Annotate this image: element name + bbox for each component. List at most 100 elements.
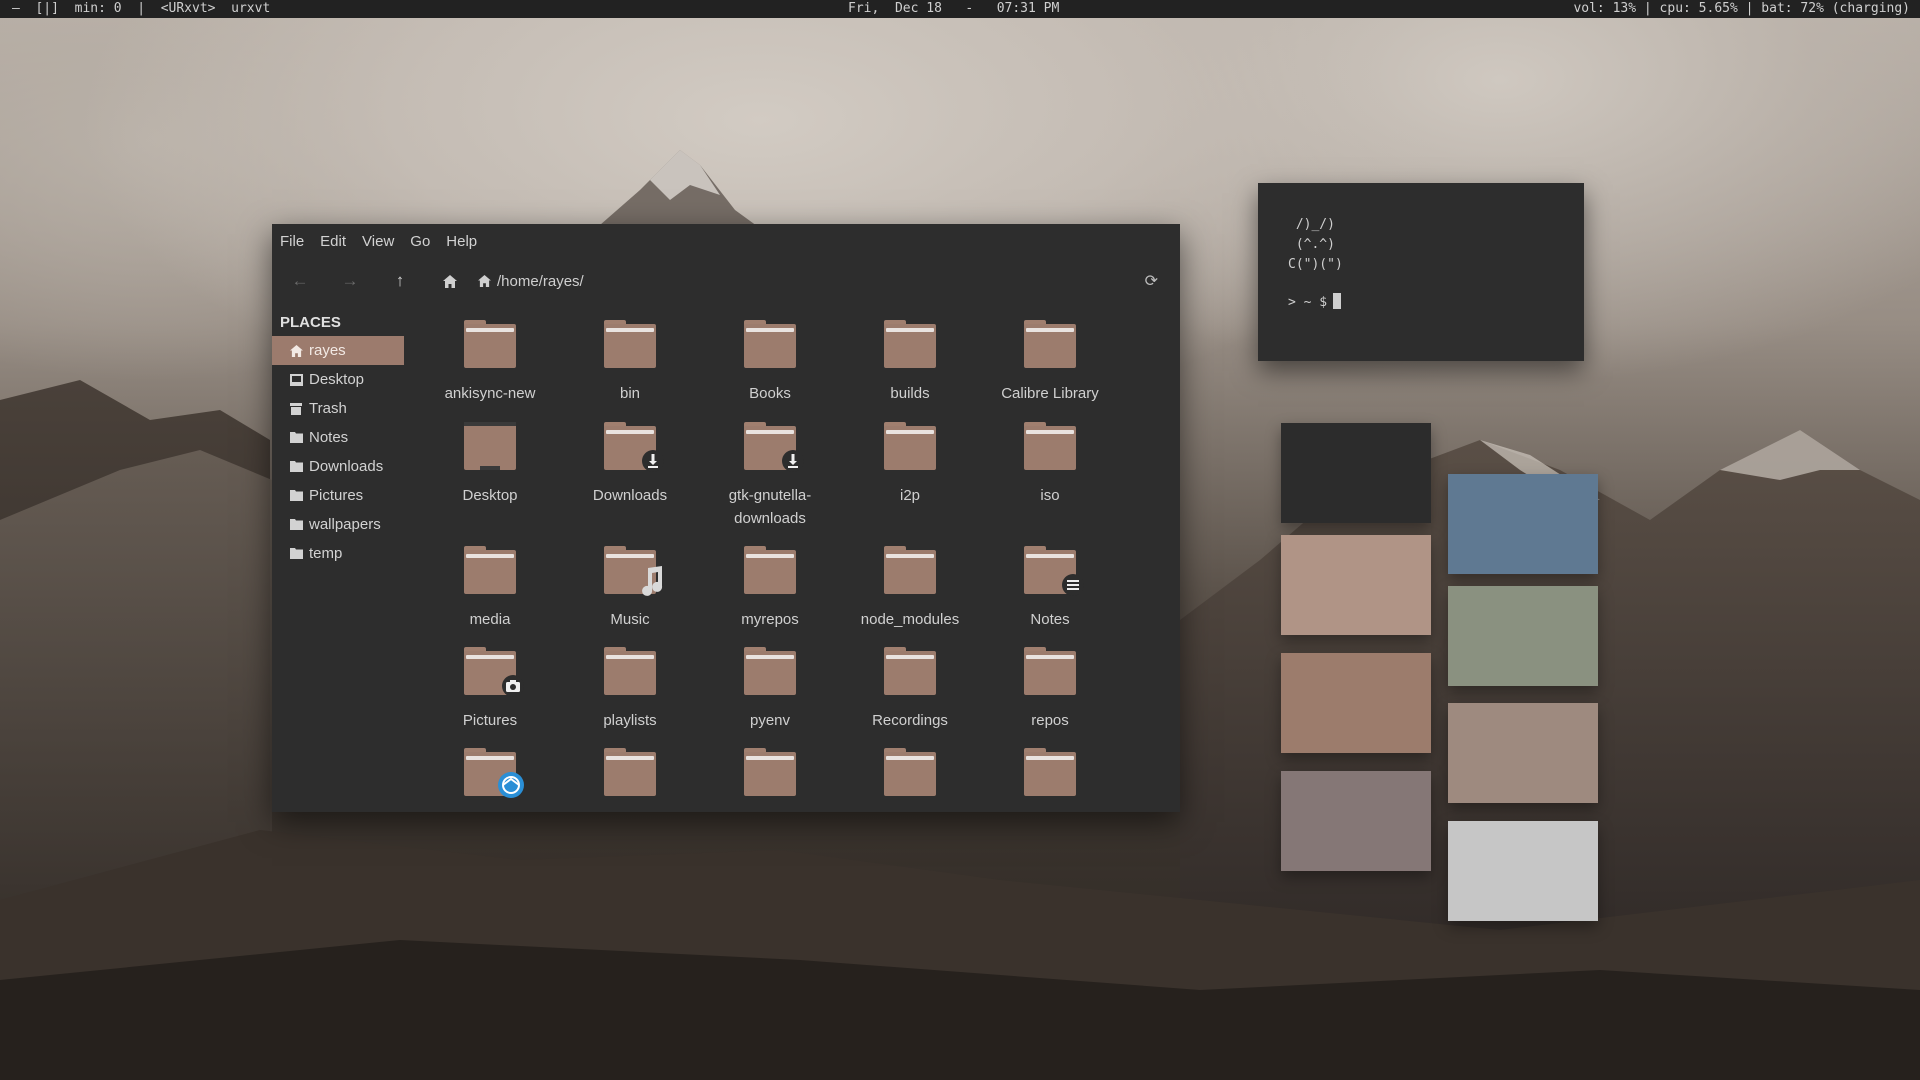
folder-icon: [464, 320, 516, 368]
forward-button[interactable]: →: [336, 268, 364, 294]
folder-icon: [604, 748, 656, 796]
download-icon: [642, 450, 664, 476]
folder-icon: [464, 647, 524, 697]
file-manager-window: File Edit View Go Help ← → ↑ /home/rayes…: [272, 224, 1180, 812]
folder-item[interactable]: [700, 748, 840, 812]
folder-icon: [604, 422, 664, 472]
folder-label: Recordings: [872, 712, 948, 729]
sidebar-item-label: Downloads: [309, 458, 384, 475]
menu-go[interactable]: Go: [410, 233, 430, 250]
sidebar-item-pictures[interactable]: Pictures: [272, 481, 404, 510]
folder-icon: [289, 461, 303, 473]
folder-label: ankisync-new: [444, 385, 536, 402]
clock: Fri, Dec 18 - 07:31 PM: [848, 1, 1060, 16]
folder-item[interactable]: Pictures: [420, 647, 560, 743]
folder-item[interactable]: bin: [560, 320, 700, 416]
color-swatch: [1448, 821, 1598, 921]
arrow-right-icon: →: [341, 271, 359, 290]
sidebar-item-desktop[interactable]: Desktop: [272, 365, 404, 394]
folder-item[interactable]: Downloads: [560, 422, 700, 518]
folder-icon: [1024, 422, 1076, 470]
folder-icon: [744, 546, 796, 594]
folder-icon: [604, 320, 656, 368]
color-swatch: [1448, 474, 1598, 574]
folder-icon: [884, 546, 936, 594]
folder-item[interactable]: builds: [840, 320, 980, 416]
folder-icon: [289, 490, 303, 502]
folder-label: Desktop: [462, 487, 518, 504]
reload-button[interactable]: ⟳: [1145, 271, 1158, 291]
sidebar-item-temp[interactable]: temp: [272, 539, 404, 568]
color-swatch: [1281, 423, 1431, 523]
folder-item[interactable]: myrepos: [700, 546, 840, 642]
color-swatch: [1448, 703, 1598, 803]
folder-item[interactable]: iso: [980, 422, 1120, 518]
menu-view[interactable]: View: [362, 233, 394, 250]
arrow-left-icon: ←: [291, 271, 309, 290]
color-swatch: [1281, 653, 1431, 753]
menu-file[interactable]: File: [280, 233, 304, 250]
folder-item[interactable]: gtk-gnutella- downloads: [700, 422, 840, 527]
desktop-icon: [289, 373, 303, 386]
folder-item[interactable]: Calibre Library: [980, 320, 1120, 416]
folder-icon: [464, 422, 516, 470]
places-heading: PLACES: [280, 314, 341, 331]
folder-item[interactable]: node_modules: [840, 546, 980, 642]
sidebar-item-label: Desktop: [309, 371, 365, 388]
terminal-window[interactable]: /)_/) (^.^) C(")(") > ~ $: [1258, 183, 1584, 361]
sidebar-item-wallpapers[interactable]: wallpapers: [272, 510, 404, 539]
sidebar-item-label: wallpapers: [309, 516, 381, 533]
folder-icon: [1024, 320, 1076, 368]
folder-item[interactable]: Desktop: [420, 422, 560, 518]
sidebar-item-label: Notes: [309, 429, 349, 446]
folder-icon: [884, 422, 936, 470]
folder-item[interactable]: ankisync-new: [420, 320, 560, 416]
folder-icon: [744, 320, 796, 368]
folder-item[interactable]: Notes: [980, 546, 1120, 642]
folder-icon: [1024, 647, 1076, 695]
folder-label: repos: [1031, 712, 1069, 729]
reload-icon: ⟳: [1144, 273, 1158, 290]
folder-icon: [289, 548, 303, 560]
sidebar-item-downloads[interactable]: Downloads: [272, 452, 404, 481]
camera-icon: [502, 675, 524, 701]
sidebar-item-trash[interactable]: Trash: [272, 394, 404, 423]
folder-item[interactable]: [420, 748, 560, 812]
folder-item[interactable]: [560, 748, 700, 812]
color-swatch: [1448, 586, 1598, 686]
folder-item[interactable]: pyenv: [700, 647, 840, 743]
up-button[interactable]: ↑: [386, 268, 414, 294]
places-sidebar: PLACES rayes Desktop Trash Notes Downloads Pi…: [272, 310, 404, 812]
back-button[interactable]: ←: [286, 268, 314, 294]
folder-item[interactable]: Music: [560, 546, 700, 642]
trash-icon: [289, 402, 303, 415]
folder-icon: [884, 647, 936, 695]
toolbar: ← → ↑ /home/rayes/ ⟳: [272, 258, 1180, 302]
folder-item[interactable]: [840, 748, 980, 812]
folder-icon: [744, 647, 796, 695]
folder-item[interactable]: repos: [980, 647, 1120, 743]
download-icon: [782, 450, 804, 476]
home-icon: [289, 344, 303, 357]
folder-item[interactable]: playlists: [560, 647, 700, 743]
folder-label: media: [469, 611, 511, 628]
color-swatch: [1281, 771, 1431, 871]
sync-icon: [498, 772, 524, 802]
folder-item[interactable]: [980, 748, 1120, 812]
folder-icon: [464, 546, 516, 594]
folder-item[interactable]: i2p: [840, 422, 980, 518]
color-swatch: [1281, 535, 1431, 635]
menu-edit[interactable]: Edit: [320, 233, 346, 250]
menu-help[interactable]: Help: [446, 233, 477, 250]
folder-item[interactable]: Books: [700, 320, 840, 416]
sidebar-item-notes[interactable]: Notes: [272, 423, 404, 452]
shell-prompt[interactable]: > ~ $: [1288, 293, 1342, 313]
menu-bar: File Edit View Go Help: [272, 224, 1180, 258]
sidebar-item-label: Trash: [309, 400, 347, 417]
sidebar-item-rayes[interactable]: rayes: [272, 336, 404, 365]
location-bar[interactable]: /home/rayes/ ⟳: [478, 266, 1158, 296]
folder-label: Music: [610, 611, 650, 628]
home-button[interactable]: [436, 268, 464, 294]
folder-item[interactable]: Recordings: [840, 647, 980, 743]
folder-item[interactable]: media: [420, 546, 560, 642]
